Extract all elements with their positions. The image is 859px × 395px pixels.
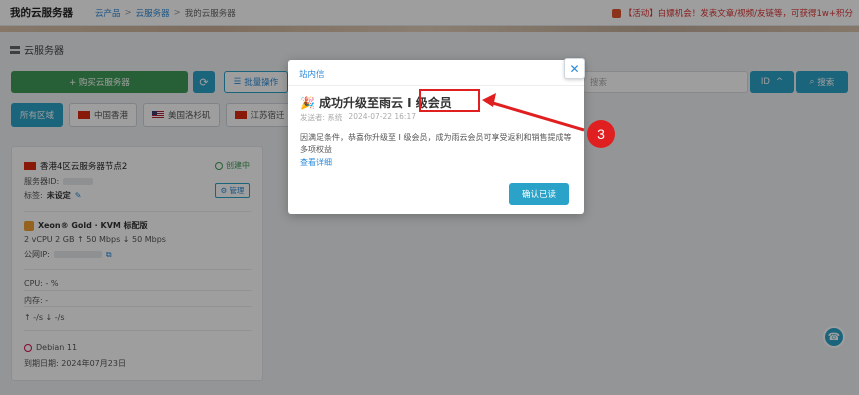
annotation-arrow	[482, 93, 585, 132]
step-number-badge: 3	[587, 120, 615, 148]
annotation-arrow-line	[485, 99, 585, 132]
